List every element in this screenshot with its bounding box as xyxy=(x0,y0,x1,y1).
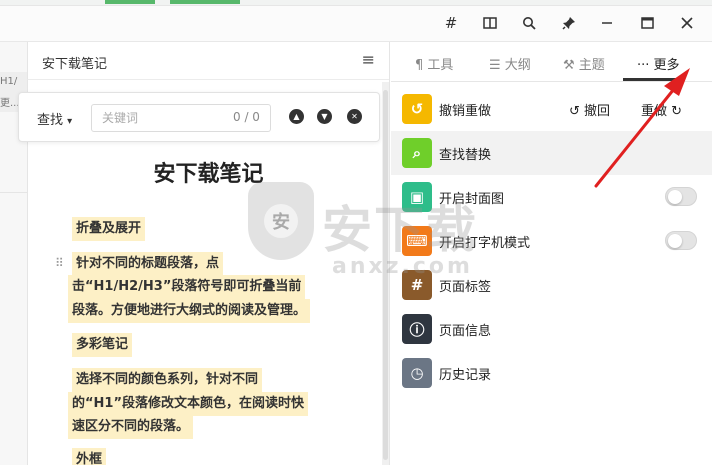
close-icon[interactable] xyxy=(672,8,702,38)
history-icon: ◷ xyxy=(402,358,432,388)
heading-color[interactable]: 多彩笔记 xyxy=(72,333,133,357)
find-mode-label: 查找 xyxy=(37,113,64,128)
image-icon: ▣ xyxy=(402,182,432,212)
layout-icon-svg xyxy=(483,17,497,29)
tab-tools[interactable]: ¶ 工具 xyxy=(415,54,453,73)
title-bar: # xyxy=(0,6,712,42)
row-label: 页面标签 xyxy=(439,280,492,295)
tab-outline[interactable]: ☰ 大纲 xyxy=(489,54,531,73)
magic-wand-icon: ⚒ xyxy=(563,58,575,73)
match-count: 0 / 0 xyxy=(233,110,260,124)
search-icon-svg xyxy=(523,17,536,30)
row-cover-image: ▣ 开启封面图 xyxy=(391,175,712,219)
row-page-info[interactable]: ⓘ 页面信息 xyxy=(391,307,712,351)
right-panel: ¶ 工具 ☰ 大纲 ⚒ 主题 ··· 更多 ↺ 撤销重做 ↺ 撤回 重做 ↻ ⌕… xyxy=(391,42,712,465)
pilcrow-icon: ¶ xyxy=(415,58,424,73)
paragraph-line[interactable]: 段落。方便地进行大纲式的阅读及管理。 xyxy=(68,299,311,323)
minimize-icon-svg xyxy=(602,22,612,24)
tab-label: 主题 xyxy=(578,58,605,73)
scrollbar[interactable] xyxy=(382,82,389,465)
scrollbar-thumb[interactable] xyxy=(383,90,388,460)
row-label: 开启封面图 xyxy=(439,192,505,207)
close-icon-svg xyxy=(681,17,693,29)
note-panel-header: 安下载笔记 ≡ xyxy=(28,42,389,80)
row-label: 开启打字机模式 xyxy=(439,236,531,251)
top-strip-segment xyxy=(170,0,240,4)
minimize-icon[interactable] xyxy=(592,8,622,38)
info-icon: ⓘ xyxy=(402,314,432,344)
paragraph-line[interactable]: 击“H1/H2/H3”段落符号即可折叠当前 xyxy=(68,275,306,299)
note-panel-title: 安下载笔记 xyxy=(42,57,108,72)
cover-image-toggle[interactable] xyxy=(665,187,697,206)
row-find-replace[interactable]: ⌕ 查找替换 xyxy=(391,131,712,175)
row-label: 查找替换 xyxy=(439,148,492,163)
right-panel-tabs: ¶ 工具 ☰ 大纲 ⚒ 主题 ··· 更多 xyxy=(391,42,712,82)
heading-fold[interactable]: 折叠及展开 xyxy=(72,217,146,241)
layout-icon[interactable] xyxy=(475,8,505,38)
hash-tag-icon: # xyxy=(402,270,432,300)
drag-handle-icon[interactable]: ⠿ xyxy=(55,256,64,270)
ellipsis-icon: ··· xyxy=(637,58,650,73)
row-history[interactable]: ◷ 历史记录 xyxy=(391,351,712,395)
hash-icon[interactable]: # xyxy=(436,8,466,38)
maximize-icon[interactable] xyxy=(632,8,662,38)
pin-icon-svg xyxy=(562,17,575,30)
menu-icon[interactable]: ≡ xyxy=(362,50,375,69)
left-rail-cut-text: H1/ xyxy=(0,76,18,87)
previous-match-icon[interactable]: ▲ xyxy=(289,109,304,124)
row-page-tags[interactable]: # 页面标签 xyxy=(391,263,712,307)
maximize-icon-svg xyxy=(640,17,654,29)
search-icon[interactable] xyxy=(514,8,544,38)
find-mode-dropdown[interactable]: 查找 ▾ xyxy=(37,109,72,128)
active-tab-indicator xyxy=(623,78,685,81)
find-bar: 查找 ▾ 0 / 0 ▲ ▼ ✕ xyxy=(18,92,380,142)
tab-label: 更多 xyxy=(653,58,680,73)
toggle-knob xyxy=(668,190,682,204)
paragraph-line[interactable]: 选择不同的颜色系列，针对不同 xyxy=(72,368,263,392)
row-label: 历史记录 xyxy=(439,368,492,383)
document-title[interactable]: 安下载笔记 xyxy=(28,156,389,188)
note-panel: 安下载笔记 ≡ 查找 ▾ 0 / 0 ▲ ▼ ✕ 安下载笔记 折叠及展开 ⠿ 针… xyxy=(18,42,390,465)
chevron-down-icon: ▾ xyxy=(67,116,73,127)
tab-theme[interactable]: ⚒ 主题 xyxy=(563,54,605,73)
tab-label: 大纲 xyxy=(504,58,531,73)
tab-more[interactable]: ··· 更多 xyxy=(637,54,680,73)
paragraph-line[interactable]: 的“H1”段落修改文本颜色，在阅读时快 xyxy=(68,392,309,416)
top-strip-segment xyxy=(105,0,155,4)
row-typewriter-mode: ⌨ 开启打字机模式 xyxy=(391,219,712,263)
undo-button[interactable]: ↺ 撤回 xyxy=(569,100,610,119)
clear-search-icon[interactable]: ✕ xyxy=(347,109,362,124)
paragraph-line[interactable]: 速区分不同的段落。 xyxy=(68,415,194,439)
row-label: 页面信息 xyxy=(439,324,492,339)
toggle-knob xyxy=(668,234,682,248)
heading-frame[interactable]: 外框 xyxy=(72,448,107,465)
left-rail-divider xyxy=(0,192,27,193)
paragraph-line[interactable]: 针对不同的标题段落，点 xyxy=(72,252,224,276)
pin-icon[interactable] xyxy=(554,8,584,38)
typewriter-icon: ⌨ xyxy=(402,226,432,256)
find-replace-icon: ⌕ xyxy=(402,138,432,168)
left-rail-cut-text: 更... xyxy=(0,98,20,109)
redo-button[interactable]: 重做 ↻ xyxy=(641,100,682,119)
next-match-icon[interactable]: ▼ xyxy=(317,109,332,124)
undo-icon: ↺ xyxy=(402,94,432,124)
tab-label: 工具 xyxy=(427,58,454,73)
outline-icon: ☰ xyxy=(489,58,501,73)
typewriter-mode-toggle[interactable] xyxy=(665,231,697,250)
row-label: 撤销重做 xyxy=(439,104,492,119)
row-undo-redo: ↺ 撤销重做 ↺ 撤回 重做 ↻ xyxy=(391,87,712,131)
